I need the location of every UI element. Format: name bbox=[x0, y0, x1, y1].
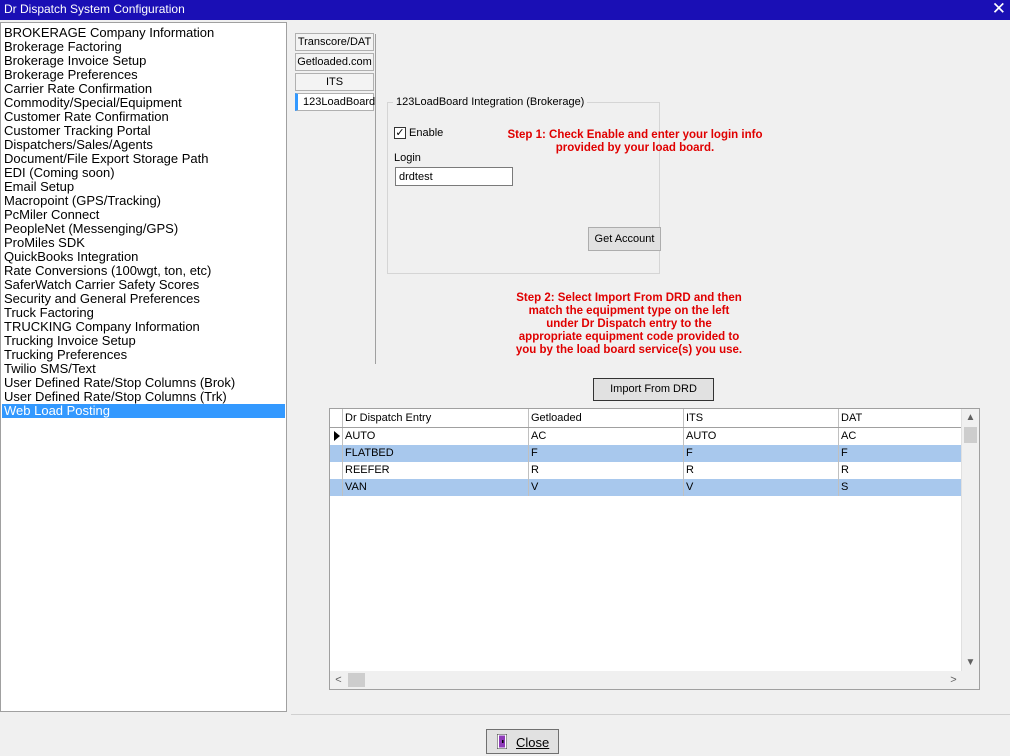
table-cell[interactable]: AC bbox=[528, 428, 683, 445]
settings-panel: Transcore/DAT Getloaded.com ITS 123LoadB… bbox=[291, 22, 1010, 715]
scroll-down-icon[interactable]: ▼ bbox=[962, 654, 979, 671]
table-row[interactable]: VAN V V S bbox=[330, 479, 962, 496]
table-cell[interactable]: V bbox=[528, 479, 683, 496]
login-label: Login bbox=[394, 152, 421, 164]
table-cell[interactable]: AUTO bbox=[683, 428, 838, 445]
list-item[interactable]: TRUCKING Company Information bbox=[2, 320, 285, 334]
list-item[interactable]: PeopleNet (Messenging/GPS) bbox=[2, 222, 285, 236]
list-item[interactable]: QuickBooks Integration bbox=[2, 250, 285, 264]
list-item[interactable]: Brokerage Preferences bbox=[2, 68, 285, 82]
tab-getloaded[interactable]: Getloaded.com bbox=[295, 53, 374, 71]
list-item[interactable]: Brokerage Factoring bbox=[2, 40, 285, 54]
table-cell[interactable]: S bbox=[838, 479, 962, 496]
column-header[interactable]: Getloaded bbox=[528, 409, 683, 427]
scroll-thumb[interactable] bbox=[348, 673, 365, 687]
list-item[interactable]: Rate Conversions (100wgt, ton, etc) bbox=[2, 264, 285, 278]
group-title: 123LoadBoard Integration (Brokerage) bbox=[393, 96, 588, 108]
list-item[interactable]: Customer Rate Confirmation bbox=[2, 110, 285, 124]
title-bar: Dr Dispatch System Configuration ✕ bbox=[0, 0, 1010, 20]
scroll-right-icon[interactable]: > bbox=[945, 671, 962, 689]
close-label: Close bbox=[516, 735, 550, 750]
step1-note: Step 1: Check Enable and enter your logi… bbox=[475, 129, 795, 155]
column-header[interactable]: DAT bbox=[838, 409, 962, 427]
list-item[interactable]: BROKERAGE Company Information bbox=[2, 26, 285, 40]
table-cell[interactable]: AUTO bbox=[342, 428, 528, 445]
window-title: Dr Dispatch System Configuration bbox=[4, 2, 185, 16]
table-row[interactable]: REEFER R R R bbox=[330, 462, 962, 479]
config-category-list[interactable]: BROKERAGE Company Information Brokerage … bbox=[0, 22, 287, 712]
vertical-scrollbar[interactable]: ▲ ▼ bbox=[961, 409, 979, 671]
table-cell[interactable]: F bbox=[838, 445, 962, 462]
step2-line: appropriate equipment code provided to bbox=[518, 331, 740, 343]
list-item[interactable]: EDI (Coming soon) bbox=[2, 166, 285, 180]
table-cell[interactable]: VAN bbox=[342, 479, 528, 496]
table-cell[interactable]: R bbox=[838, 462, 962, 479]
tab-its[interactable]: ITS bbox=[295, 73, 374, 91]
scroll-thumb[interactable] bbox=[964, 427, 977, 443]
list-item-selected[interactable]: Web Load Posting bbox=[2, 404, 285, 418]
list-item[interactable]: Security and General Preferences bbox=[2, 292, 285, 306]
list-item[interactable]: Trucking Preferences bbox=[2, 348, 285, 362]
grid-header: Dr Dispatch Entry Getloaded ITS DAT bbox=[330, 409, 962, 428]
column-header[interactable]: ITS bbox=[683, 409, 838, 427]
get-account-button[interactable]: Get Account bbox=[588, 227, 661, 251]
list-item[interactable]: Trucking Invoice Setup bbox=[2, 334, 285, 348]
table-cell[interactable]: R bbox=[528, 462, 683, 479]
table-cell[interactable]: R bbox=[683, 462, 838, 479]
table-cell[interactable]: V bbox=[683, 479, 838, 496]
table-cell[interactable]: FLATBED bbox=[342, 445, 528, 462]
row-pointer-icon bbox=[334, 431, 340, 441]
scroll-up-icon[interactable]: ▲ bbox=[962, 409, 979, 426]
list-item[interactable]: Dispatchers/Sales/Agents bbox=[2, 138, 285, 152]
list-item[interactable]: Email Setup bbox=[2, 180, 285, 194]
step2-line: match the equipment type on the left bbox=[528, 305, 730, 317]
exit-door-icon bbox=[497, 734, 507, 749]
tab-transcore-dat[interactable]: Transcore/DAT bbox=[295, 33, 374, 51]
list-item[interactable]: Brokerage Invoice Setup bbox=[2, 54, 285, 68]
close-icon[interactable]: ✕ bbox=[992, 0, 1006, 19]
list-item[interactable]: Carrier Rate Confirmation bbox=[2, 82, 285, 96]
list-item[interactable]: PcMiler Connect bbox=[2, 208, 285, 222]
list-item[interactable]: Macropoint (GPS/Tracking) bbox=[2, 194, 285, 208]
table-cell[interactable]: REEFER bbox=[342, 462, 528, 479]
step2-note: Step 2: Select Import From DRD and then … bbox=[484, 292, 774, 357]
tab-divider bbox=[375, 34, 376, 364]
step1-line: provided by your load board. bbox=[555, 142, 715, 154]
step2-line: Step 2: Select Import From DRD and then bbox=[516, 292, 742, 304]
equipment-grid[interactable]: Dr Dispatch Entry Getloaded ITS DAT AUTO… bbox=[329, 408, 980, 690]
column-header[interactable]: Dr Dispatch Entry bbox=[342, 409, 528, 427]
step2-line: you by the load board service(s) you use… bbox=[515, 344, 743, 356]
table-cell[interactable]: AC bbox=[838, 428, 962, 445]
integration-group: 123LoadBoard Integration (Brokerage) ✓ E… bbox=[387, 96, 661, 274]
step2-line: under Dr Dispatch entry to the bbox=[546, 318, 712, 330]
table-cell[interactable]: F bbox=[683, 445, 838, 462]
login-input[interactable] bbox=[395, 167, 513, 186]
horizontal-scrollbar[interactable]: < > bbox=[330, 671, 979, 689]
tab-123loadboard[interactable]: 123LoadBoard bbox=[295, 93, 375, 111]
table-row[interactable]: AUTO AC AUTO AC bbox=[330, 428, 962, 445]
table-row[interactable]: FLATBED F F F bbox=[330, 445, 962, 462]
table-cell[interactable]: F bbox=[528, 445, 683, 462]
scroll-left-icon[interactable]: < bbox=[330, 671, 347, 689]
list-item[interactable]: Customer Tracking Portal bbox=[2, 124, 285, 138]
step1-line: Step 1: Check Enable and enter your logi… bbox=[507, 129, 763, 141]
list-item[interactable]: Document/File Export Storage Path bbox=[2, 152, 285, 166]
enable-label: Enable bbox=[409, 127, 444, 139]
list-item[interactable]: ProMiles SDK bbox=[2, 236, 285, 250]
list-item[interactable]: Twilio SMS/Text bbox=[2, 362, 285, 376]
enable-checkbox[interactable]: ✓ bbox=[394, 127, 406, 139]
list-item[interactable]: User Defined Rate/Stop Columns (Trk) bbox=[2, 390, 285, 404]
import-from-drd-button[interactable]: Import From DRD bbox=[593, 378, 714, 401]
list-item[interactable]: Truck Factoring bbox=[2, 306, 285, 320]
close-button[interactable]: Close bbox=[486, 729, 559, 754]
list-item[interactable]: Commodity/Special/Equipment bbox=[2, 96, 285, 110]
list-item[interactable]: SaferWatch Carrier Safety Scores bbox=[2, 278, 285, 292]
list-item[interactable]: User Defined Rate/Stop Columns (Brok) bbox=[2, 376, 285, 390]
